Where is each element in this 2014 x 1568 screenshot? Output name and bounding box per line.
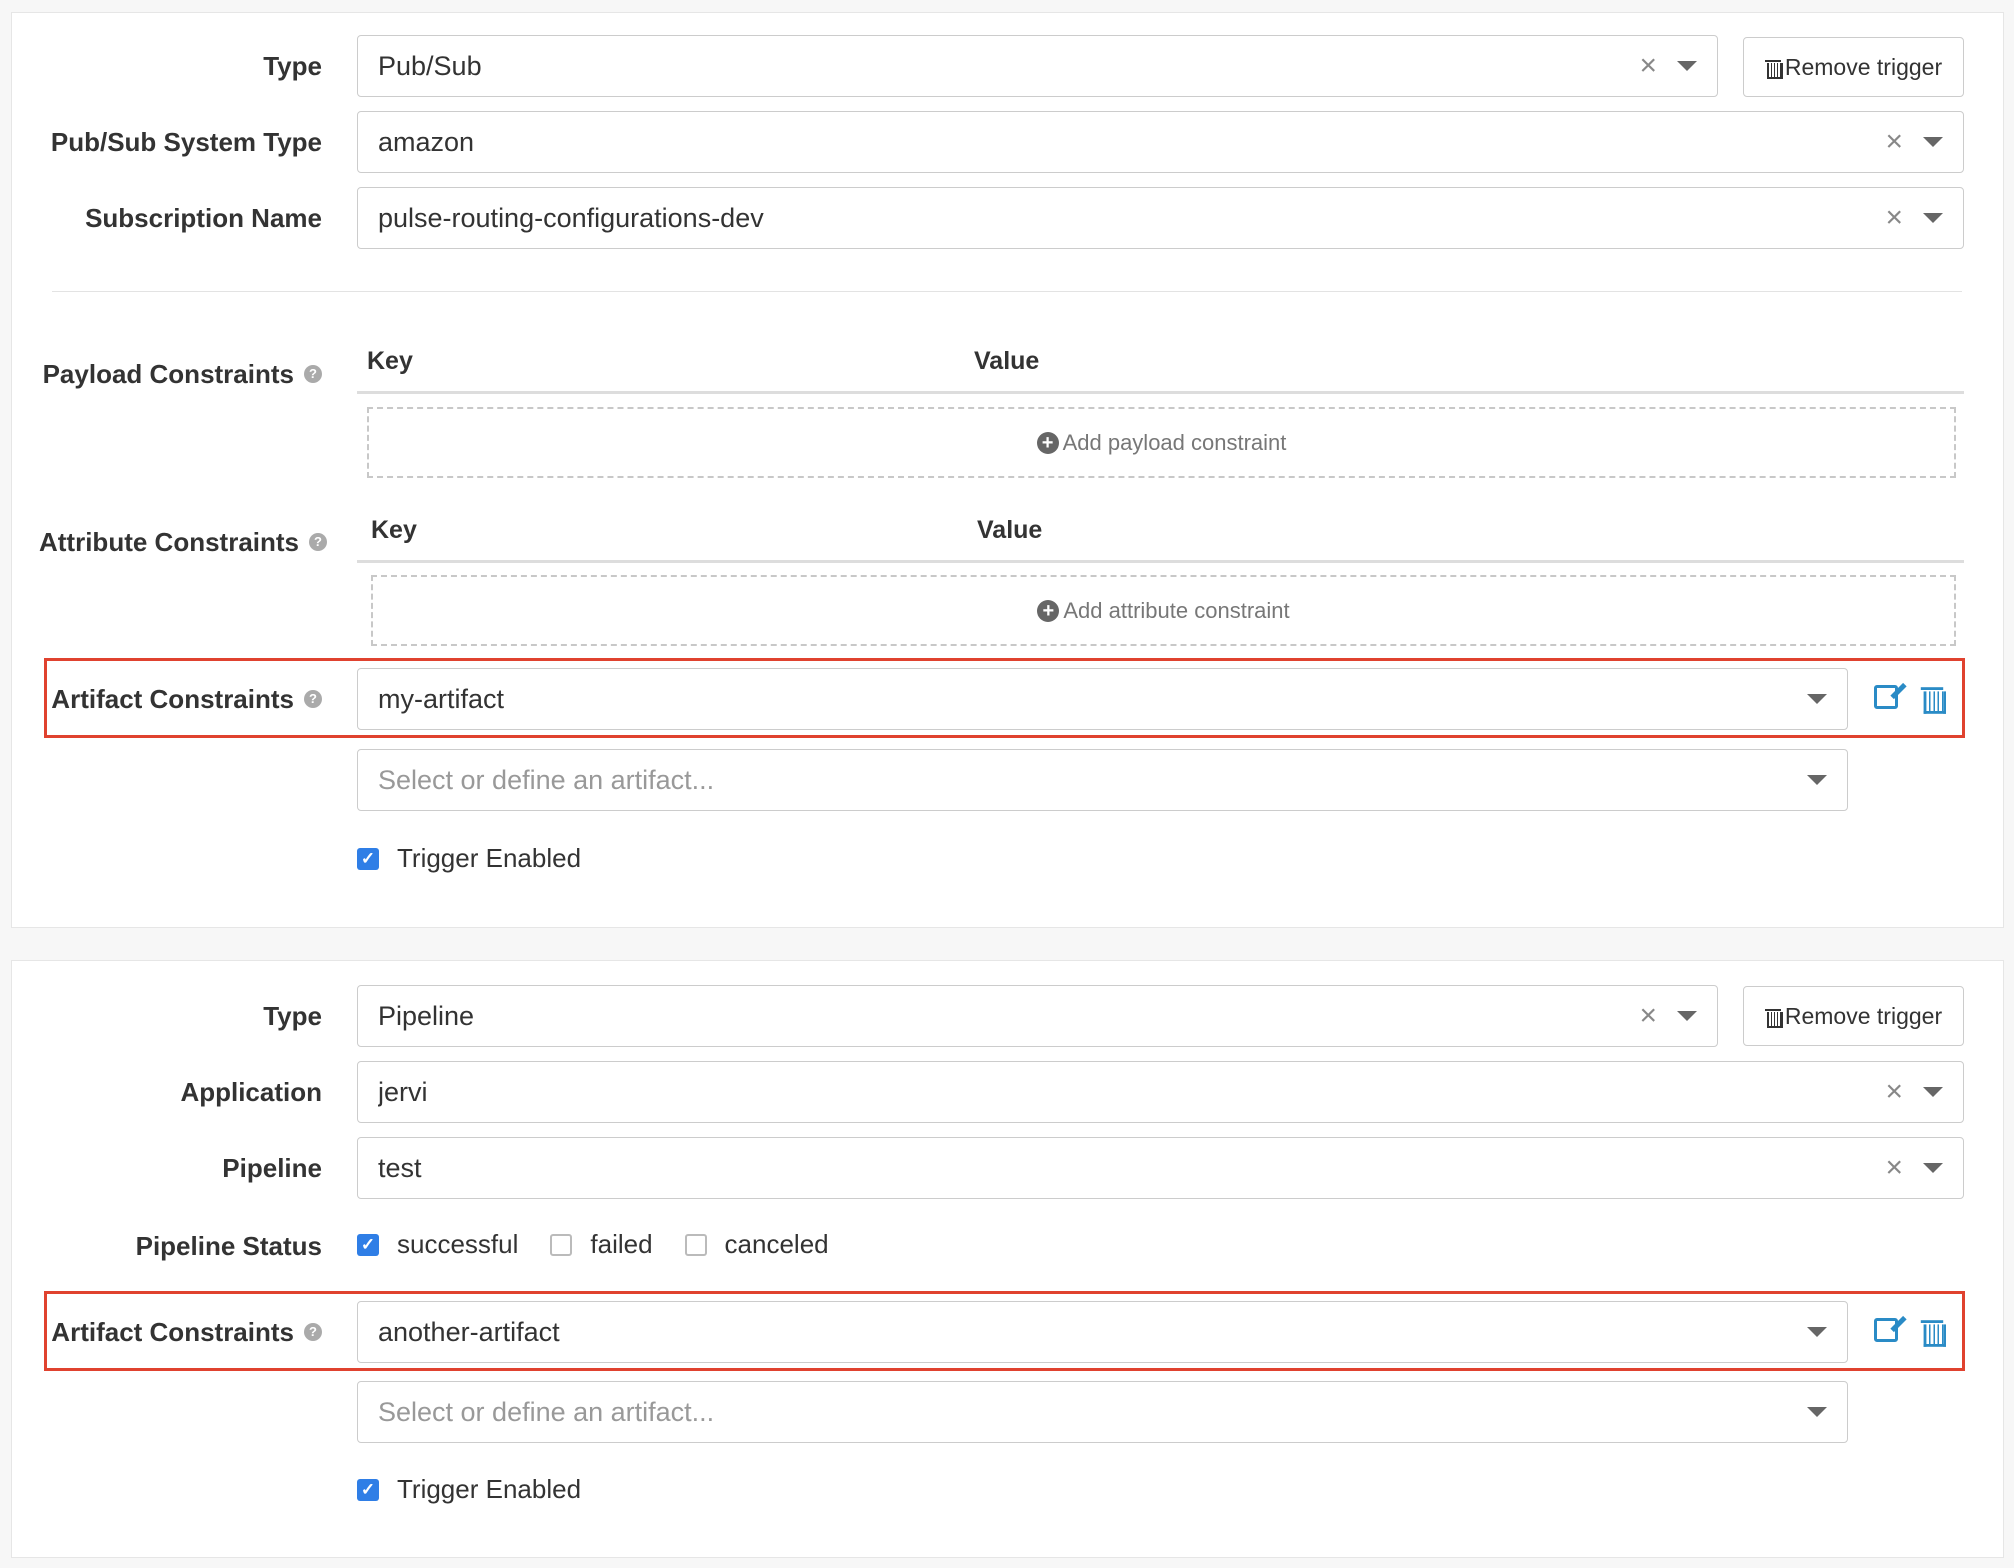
payload-header-rule	[357, 391, 1964, 394]
pubsub-system-type-value: amazon	[378, 126, 475, 157]
type-select-value: Pub/Sub	[378, 50, 482, 81]
chevron-down-icon[interactable]	[1807, 694, 1827, 704]
artifact-select[interactable]: another-artifact	[357, 1301, 1848, 1363]
remove-trigger-label: Remove trigger	[1784, 53, 1943, 80]
remove-trigger-label: Remove trigger	[1784, 1002, 1943, 1029]
application-select[interactable]: jervi ×	[357, 1061, 1964, 1123]
clear-icon[interactable]: ×	[1885, 201, 1903, 235]
remove-trigger-button[interactable]: Remove trigger	[1743, 986, 1964, 1046]
status-successful-label: successful	[397, 1229, 519, 1259]
chevron-down-icon[interactable]	[1923, 1163, 1943, 1173]
trigger-enabled-checkbox[interactable]: ✓ Trigger Enabled	[357, 1474, 581, 1505]
chevron-down-icon[interactable]	[1807, 1327, 1827, 1337]
type-select[interactable]: Pipeline ×	[357, 985, 1718, 1047]
help-icon[interactable]: ?	[309, 533, 327, 551]
attribute-constraints-label: Attribute Constraints ?	[39, 511, 327, 573]
subscription-name-select[interactable]: pulse-routing-configurations-dev ×	[357, 187, 1964, 249]
attribute-key-header: Key	[371, 516, 417, 544]
edit-artifact-icon[interactable]	[1870, 681, 1902, 713]
status-failed-checkbox[interactable]	[550, 1233, 573, 1256]
add-attribute-constraint-button[interactable]: + Add attribute constraint	[371, 575, 1956, 646]
status-successful-checkbox[interactable]: ✓	[357, 1233, 379, 1256]
subscription-name-value: pulse-routing-configurations-dev	[378, 202, 764, 233]
clear-icon[interactable]: ×	[1639, 49, 1657, 83]
type-label: Type	[263, 1000, 322, 1031]
status-canceled-label: canceled	[724, 1229, 829, 1259]
artifact-constraints-label: Artifact Constraints ?	[51, 1301, 322, 1363]
artifact-select-value: another-artifact	[378, 1316, 560, 1347]
add-attribute-constraint-label: Add attribute constraint	[1063, 597, 1290, 623]
chevron-down-icon[interactable]	[1923, 1087, 1943, 1097]
chevron-down-icon[interactable]	[1677, 1011, 1697, 1021]
chevron-down-icon[interactable]	[1807, 775, 1827, 785]
add-payload-constraint-label: Add payload constraint	[1062, 429, 1287, 455]
pipeline-select[interactable]: test ×	[357, 1137, 1964, 1199]
trash-icon	[1764, 57, 1783, 79]
clear-icon[interactable]: ×	[1639, 999, 1657, 1033]
application-label: Application	[180, 1076, 322, 1107]
artifact-define-select[interactable]: Select or define an artifact...	[357, 749, 1848, 811]
chevron-down-icon[interactable]	[1923, 213, 1943, 223]
delete-artifact-icon[interactable]	[1916, 681, 1948, 714]
payload-key-header: Key	[367, 347, 413, 375]
checkbox-checked-icon[interactable]: ✓	[357, 1478, 379, 1501]
plus-circle-icon: +	[1036, 431, 1059, 454]
type-select-value: Pipeline	[378, 1000, 475, 1031]
delete-artifact-icon[interactable]	[1916, 1314, 1948, 1347]
pubsub-trigger-panel: Type Pub/Sub × Remove trigger Pub/Sub Sy…	[11, 12, 2004, 928]
artifact-define-select[interactable]: Select or define an artifact...	[357, 1381, 1848, 1443]
pipeline-label: Pipeline	[222, 1152, 322, 1183]
checkbox-checked-icon[interactable]: ✓	[357, 847, 379, 870]
pipeline-trigger-panel: Type Pipeline × Remove trigger Applicati…	[11, 960, 2004, 1558]
attribute-value-header: Value	[977, 516, 1043, 544]
status-canceled-checkbox[interactable]	[684, 1233, 707, 1256]
pubsub-system-type-label: Pub/Sub System Type	[50, 126, 322, 157]
remove-trigger-button[interactable]: Remove trigger	[1743, 37, 1964, 97]
add-payload-constraint-button[interactable]: + Add payload constraint	[367, 407, 1956, 478]
clear-icon[interactable]: ×	[1885, 1075, 1903, 1109]
chevron-down-icon[interactable]	[1677, 61, 1697, 71]
chevron-down-icon[interactable]	[1923, 137, 1943, 147]
clear-icon[interactable]: ×	[1885, 125, 1903, 159]
pipeline-value: test	[378, 1152, 422, 1183]
edit-artifact-icon[interactable]	[1870, 1314, 1902, 1346]
chevron-down-icon[interactable]	[1807, 1407, 1827, 1417]
artifact-select-value: my-artifact	[378, 683, 505, 714]
artifact-constraints-label: Artifact Constraints ?	[51, 668, 322, 730]
pipeline-status-options: ✓ successful failed canceled	[357, 1229, 829, 1260]
artifact-select[interactable]: my-artifact	[357, 668, 1848, 730]
trash-icon	[1764, 1006, 1783, 1028]
artifact-define-placeholder: Select or define an artifact...	[378, 1396, 715, 1427]
type-select[interactable]: Pub/Sub ×	[357, 35, 1718, 97]
payload-value-header: Value	[974, 347, 1040, 375]
help-icon[interactable]: ?	[304, 690, 322, 708]
type-label: Type	[263, 50, 322, 81]
clear-icon[interactable]: ×	[1885, 1151, 1903, 1185]
subscription-name-label: Subscription Name	[85, 202, 322, 233]
pipeline-status-label: Pipeline Status	[135, 1230, 322, 1261]
pubsub-system-type-select[interactable]: amazon ×	[357, 111, 1964, 173]
status-failed-label: failed	[590, 1229, 653, 1259]
section-divider	[52, 291, 1962, 292]
trigger-enabled-label: Trigger Enabled	[397, 843, 582, 873]
attribute-header-rule	[357, 560, 1964, 563]
trigger-enabled-checkbox[interactable]: ✓ Trigger Enabled	[357, 843, 581, 874]
artifact-define-placeholder: Select or define an artifact...	[378, 764, 715, 795]
plus-circle-icon: +	[1037, 599, 1060, 622]
help-icon[interactable]: ?	[304, 365, 322, 383]
help-icon[interactable]: ?	[304, 1323, 322, 1341]
payload-constraints-label: Payload Constraints ?	[43, 343, 322, 405]
trigger-enabled-label: Trigger Enabled	[397, 1474, 582, 1504]
application-value: jervi	[378, 1076, 428, 1107]
